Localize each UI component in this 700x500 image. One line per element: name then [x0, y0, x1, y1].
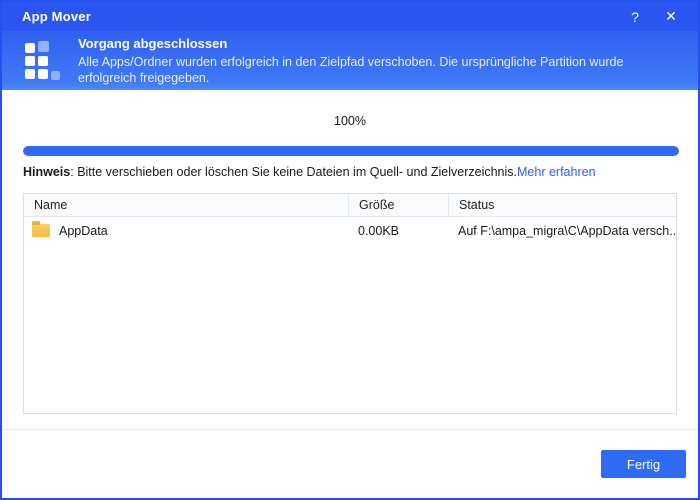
table-row[interactable]: AppData 0.00KB Auf F:\ampa_migra\C\AppDa… [24, 217, 676, 244]
close-icon[interactable]: ✕ [658, 6, 684, 28]
learn-more-link[interactable]: Mehr erfahren [517, 165, 596, 179]
done-button[interactable]: Fertig [601, 450, 686, 478]
notice-line: Hinweis: Bitte verschieben oder löschen … [23, 165, 679, 179]
app-mover-logo-icon [24, 40, 62, 81]
help-icon[interactable]: ? [622, 6, 648, 28]
row-name-cell: AppData [24, 217, 348, 244]
column-header-status[interactable]: Status [448, 194, 676, 216]
footer: Fertig [2, 430, 698, 498]
app-mover-window: App Mover ? ✕ Vorgang abgeschlossen Alle… [0, 0, 700, 500]
file-table: Name Größe Status AppData 0.00KB Auf F:\… [23, 193, 677, 414]
window-title: App Mover [22, 9, 91, 24]
progress-bar [23, 146, 679, 156]
table-empty-area [24, 244, 676, 413]
progress-fill [23, 146, 679, 156]
table-header: Name Größe Status [24, 194, 676, 217]
dialog-body: 100% Hinweis: Bitte verschieben oder lös… [2, 90, 698, 498]
column-header-name[interactable]: Name [24, 194, 348, 216]
column-header-size[interactable]: Größe [348, 194, 448, 216]
status-message: Alle Apps/Ordner wurden erfolgreich in d… [78, 54, 624, 85]
progress-percent-label: 100% [334, 114, 366, 128]
row-name: AppData [59, 223, 108, 238]
status-header: Vorgang abgeschlossen Alle Apps/Ordner w… [2, 31, 698, 90]
row-status: Auf F:\ampa_migra\C\AppData versch... [458, 223, 676, 238]
status-title: Vorgang abgeschlossen [78, 35, 228, 51]
row-size: 0.00KB [358, 223, 400, 238]
status-header-text: Vorgang abgeschlossen Alle Apps/Ordner w… [78, 36, 678, 86]
notice-prefix: Hinweis [23, 165, 71, 179]
notice-text: : Bitte verschieben oder löschen Sie kei… [70, 165, 518, 179]
folder-icon [32, 221, 50, 237]
title-bar: App Mover ? ✕ [2, 2, 698, 31]
